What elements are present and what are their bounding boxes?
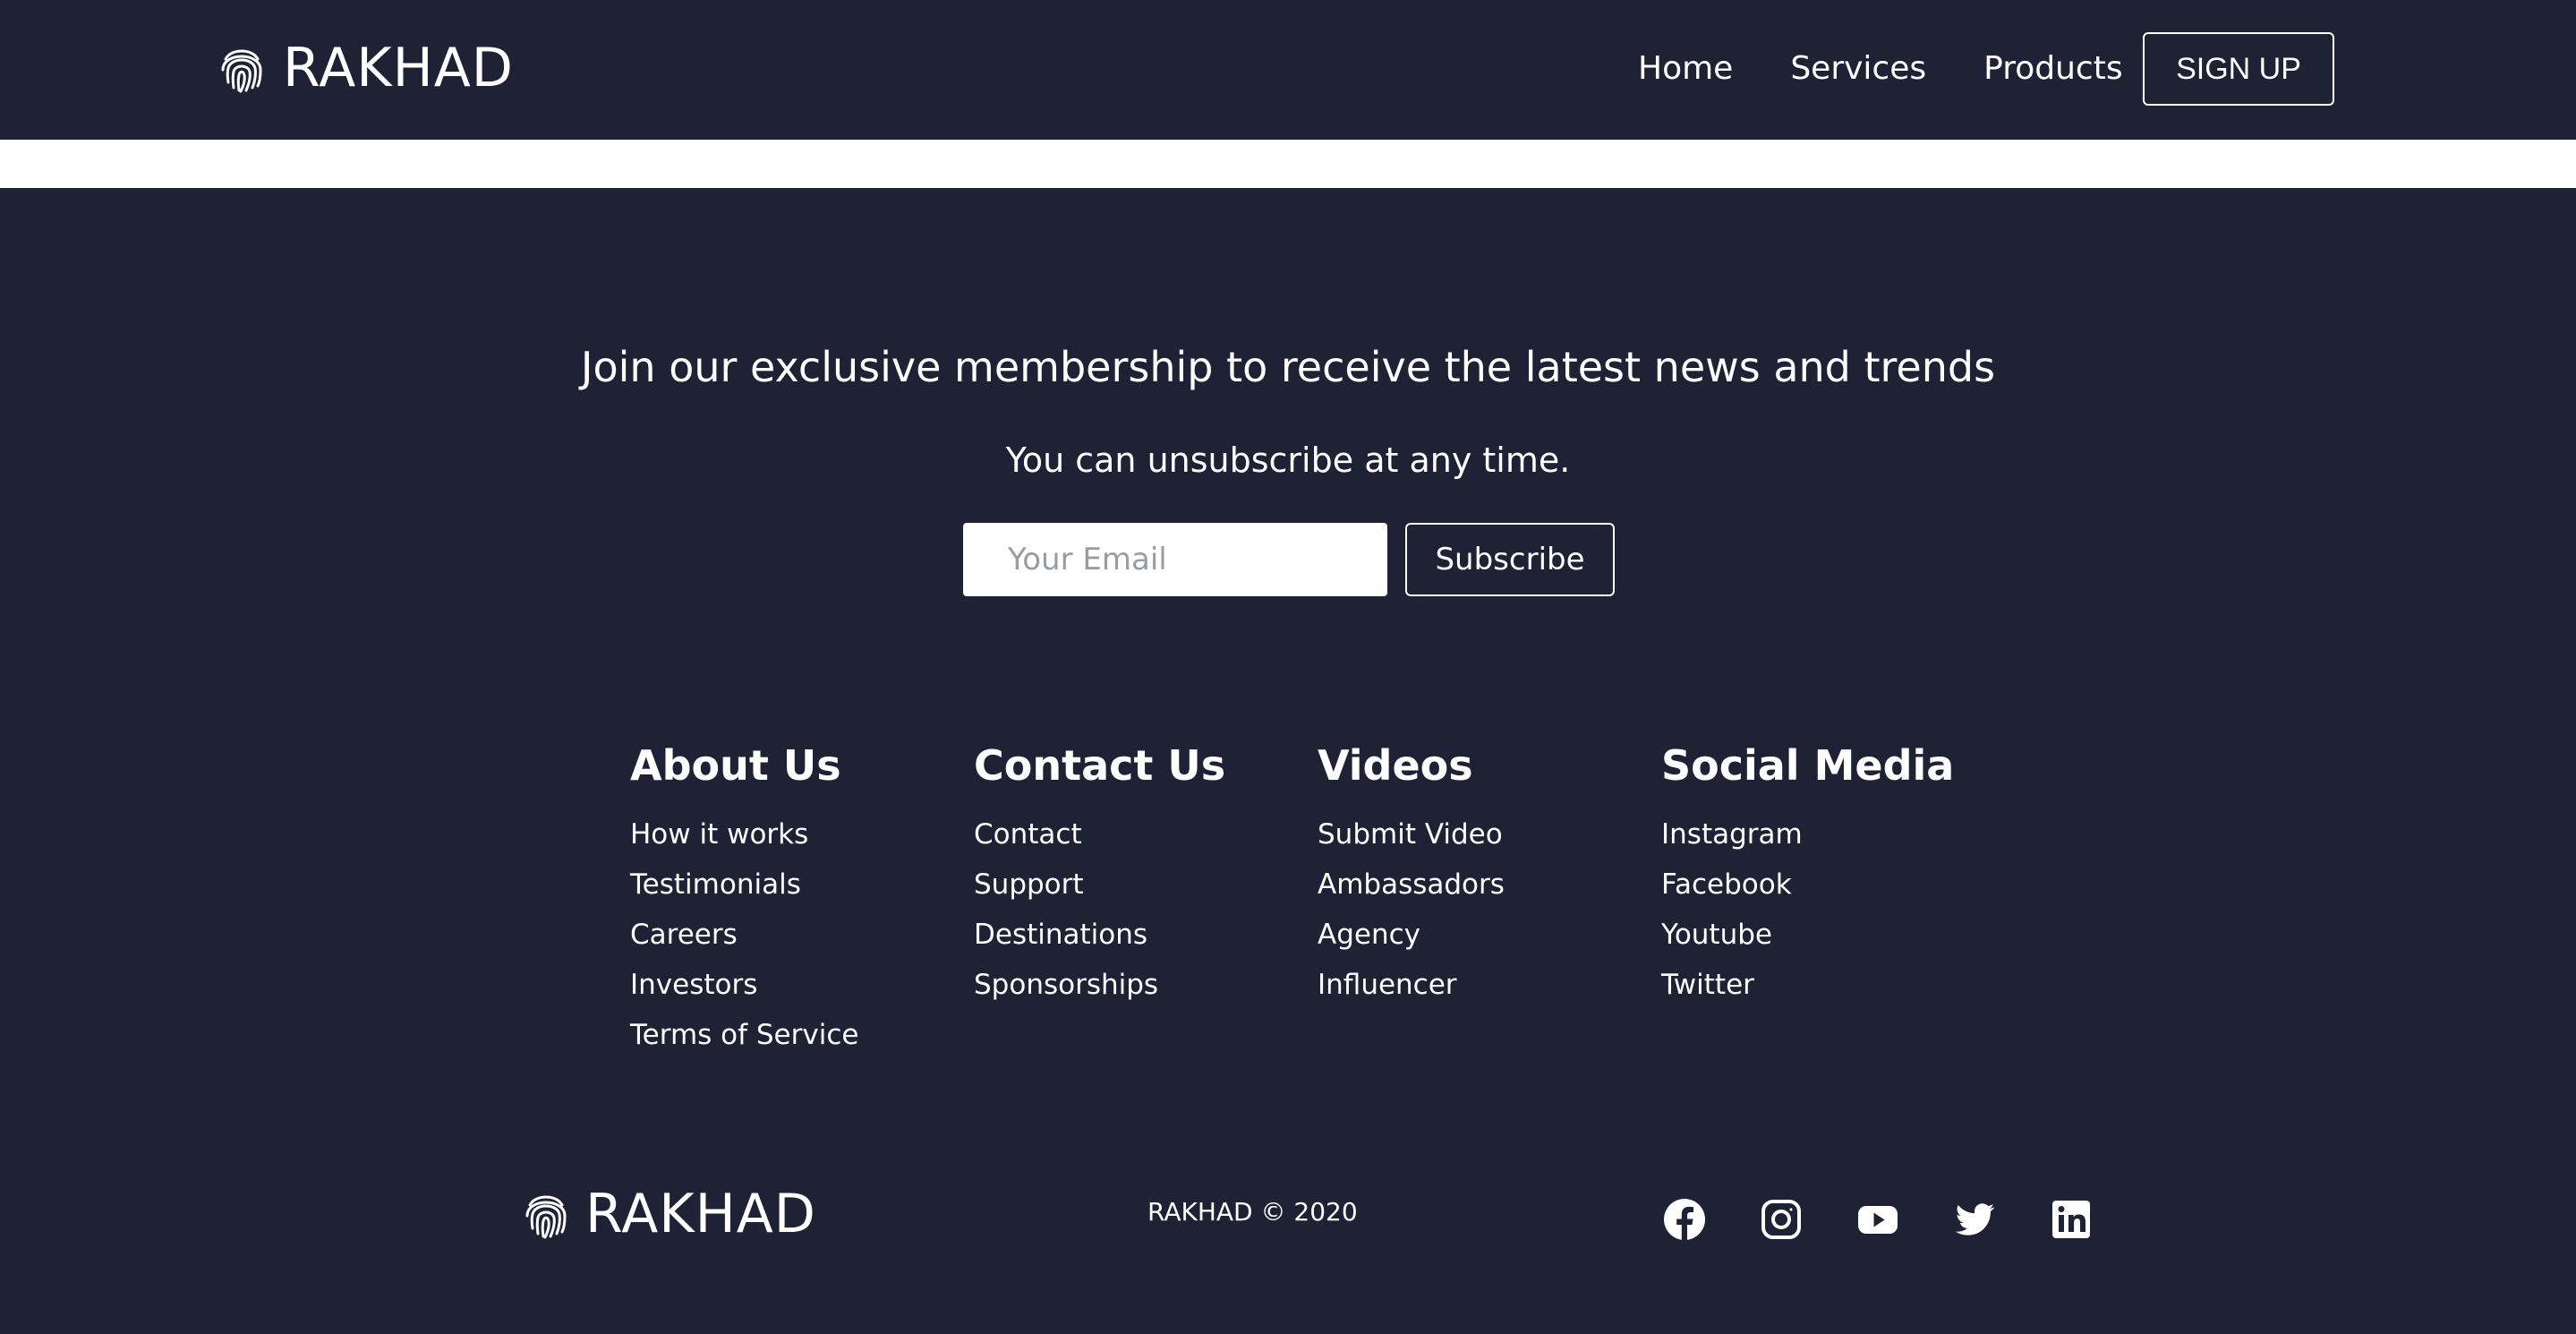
footer-column-social: Social Media Instagram Facebook Youtube …	[1661, 734, 1954, 1010]
fingerprint-icon	[525, 1189, 567, 1239]
footer-link[interactable]: Investors	[630, 960, 858, 1010]
nav-links: Home Services Products	[1638, 32, 2123, 104]
fingerprint-icon	[220, 43, 263, 93]
footer-brand-logo[interactable]: RAKHAD	[525, 1178, 816, 1250]
footer-link[interactable]: Terms of Service	[630, 1010, 858, 1060]
brand-name: RAKHAD	[283, 37, 515, 99]
footer-link[interactable]: Youtube	[1661, 910, 1954, 960]
column-title: About Us	[630, 741, 841, 790]
copyright-text: RAKHAD © 2020	[1147, 1197, 1358, 1227]
linkedin-icon[interactable]	[2050, 1198, 2093, 1241]
footer-link[interactable]: Influencer	[1318, 960, 1505, 1010]
column-title: Videos	[1318, 741, 1473, 790]
column-title: Contact Us	[974, 741, 1226, 790]
footer-column-contact: Contact Us Contact Support Destinations …	[974, 734, 1225, 1010]
footer-link[interactable]: Sponsorships	[974, 960, 1225, 1010]
footer-link[interactable]: Support	[974, 859, 1225, 910]
brand-logo[interactable]: RAKHAD	[220, 32, 514, 104]
subscribe-button[interactable]: Subscribe	[1405, 523, 1615, 596]
signup-button[interactable]: SIGN UP	[2143, 32, 2334, 106]
footer-link[interactable]: Twitter	[1661, 960, 1954, 1010]
footer-link[interactable]: Agency	[1318, 910, 1505, 960]
footer-brand-name: RAKHAD	[585, 1183, 817, 1245]
divider-strip	[0, 140, 2576, 188]
footer-link[interactable]: Submit Video	[1318, 809, 1505, 859]
newsletter-subheading: You can unsubscribe at any time.	[1005, 440, 1571, 480]
footer-link[interactable]: Destinations	[974, 910, 1225, 960]
twitter-icon[interactable]	[1953, 1198, 1996, 1241]
footer-link[interactable]: Contact	[974, 809, 1225, 859]
nav-link-services[interactable]: Services	[1790, 50, 1926, 87]
footer-link[interactable]: Careers	[630, 910, 858, 960]
nav-link-home[interactable]: Home	[1638, 50, 1733, 87]
footer-link[interactable]: Ambassadors	[1318, 859, 1505, 910]
footer-link[interactable]: Facebook	[1661, 859, 1954, 910]
footer-link[interactable]: Instagram	[1661, 809, 1954, 859]
social-icons	[1663, 1198, 2093, 1241]
footer-link[interactable]: How it works	[630, 809, 858, 859]
nav-link-products[interactable]: Products	[1983, 50, 2122, 87]
instagram-icon[interactable]	[1760, 1198, 1803, 1241]
footer-link[interactable]: Testimonials	[630, 859, 858, 910]
footer-column-videos: Videos Submit Video Ambassadors Agency I…	[1318, 734, 1505, 1010]
column-title: Social Media	[1661, 741, 1955, 790]
youtube-icon[interactable]	[1856, 1198, 1899, 1241]
navbar: RAKHAD Home Services Products SIGN UP	[0, 0, 2576, 140]
newsletter-heading: Join our exclusive membership to receive…	[580, 343, 1996, 391]
footer-column-about: About Us How it works Testimonials Caree…	[630, 734, 858, 1060]
email-input[interactable]	[963, 523, 1387, 596]
facebook-icon[interactable]	[1663, 1198, 1706, 1241]
